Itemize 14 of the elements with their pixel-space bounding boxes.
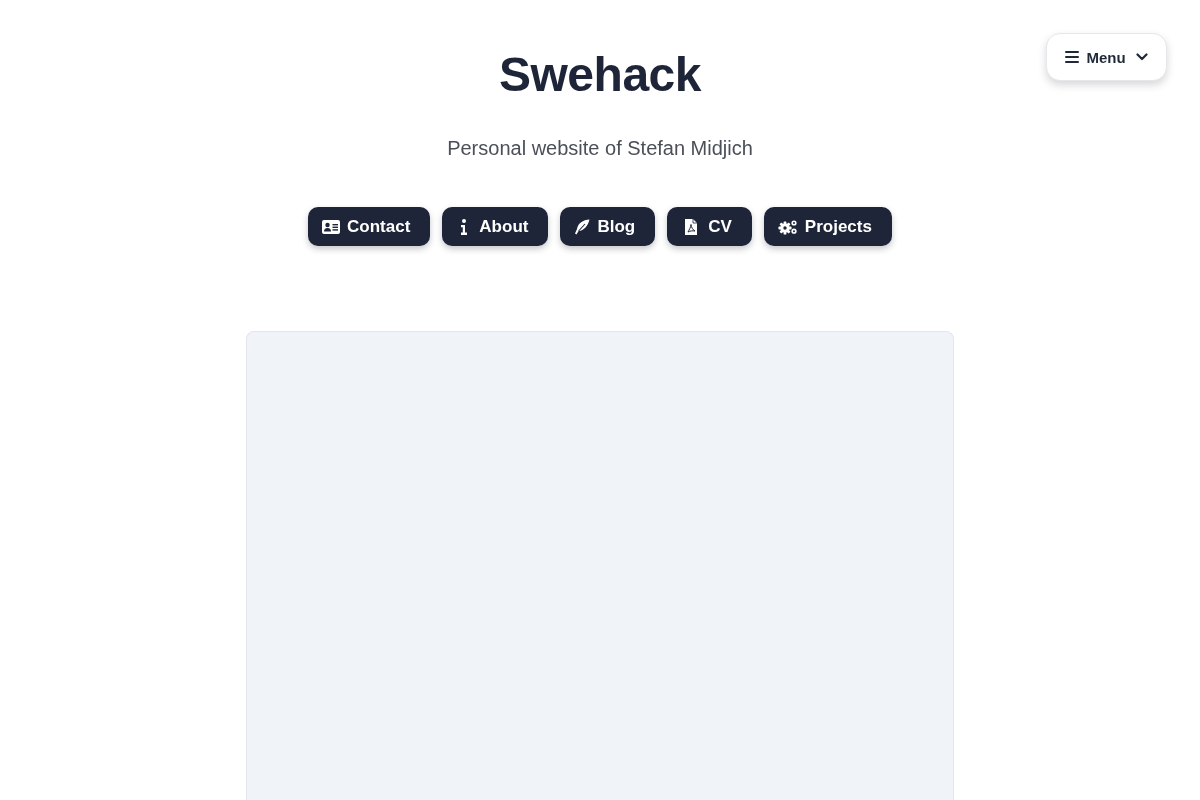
about-button[interactable]: About [442, 207, 549, 246]
cv-button[interactable]: CV [667, 207, 752, 246]
site-title: Swehack [499, 47, 701, 103]
info-icon [460, 218, 469, 235]
gears-icon [777, 218, 798, 235]
blog-button[interactable]: Blog [560, 207, 656, 246]
id-card-icon [322, 219, 341, 234]
menu-button[interactable]: Menu [1046, 33, 1167, 81]
pdf-file-icon [685, 218, 698, 235]
projects-button[interactable]: Projects [763, 207, 892, 246]
contact-button[interactable]: Contact [308, 207, 431, 246]
menu-icon [1065, 51, 1080, 63]
site-subtitle: Personal website of Stefan Midjich [447, 136, 753, 160]
feather-icon [574, 218, 591, 235]
